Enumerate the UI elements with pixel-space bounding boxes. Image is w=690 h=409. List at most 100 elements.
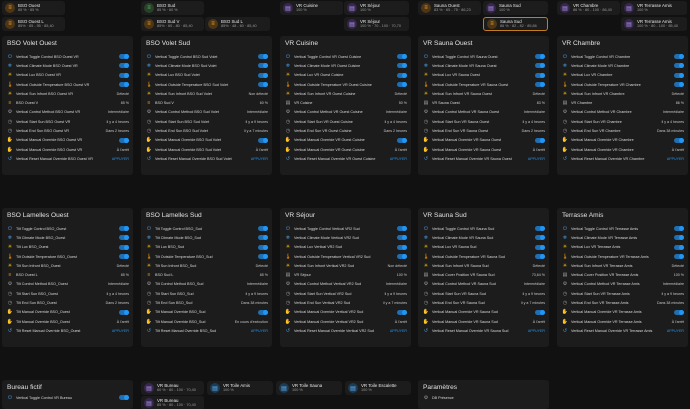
press-button[interactable]: APPUYER [251,329,268,333]
entity-row[interactable]: ✋ Tilt Manual Override BSO_Sud [141,308,272,317]
entity-row[interactable]: ⏻ Tilt Toggle Control BSO_Ouest [2,224,133,233]
toggle-switch[interactable] [397,72,407,78]
toggle-switch[interactable] [397,226,407,232]
entity-row[interactable]: ✋ Vertical Manual Override VR Sauna Sud [418,308,549,317]
toggle-switch[interactable] [258,235,268,241]
toggle-switch[interactable] [397,63,407,69]
entity-row[interactable]: ❄ Vertical Climate Mode VR Sauna Sud [418,233,549,242]
tile-vr-bureau[interactable]: ▤ VR Bureau 85 % · 80 - 100 · 70,40 [141,396,204,409]
toggle-switch[interactable] [119,226,129,232]
tile-vr-toile-sauna[interactable]: ▤ VR Toile Sauna 100 % [276,381,342,395]
entity-row[interactable]: ✋ Vertical Manual Override VR Sauna Ouest [418,136,549,145]
toggle-switch[interactable] [535,309,545,315]
entity-row[interactable]: ❄ Tilt Climate Mode BSO_Ouest [2,233,133,242]
toggle-switch[interactable] [119,309,129,315]
entity-row[interactable]: ⏻ Vertical Toggle Control VR Chambre [557,52,688,61]
entity-row[interactable]: ⏻ Vertical Toggle Control VR Bureau [2,393,133,402]
press-button[interactable]: APPUYER [112,157,129,161]
entity-row[interactable]: ↺ Vertical Reset Manual Override BSO Sud … [141,154,272,163]
toggle-switch[interactable] [674,309,684,315]
toggle-switch[interactable] [119,72,129,78]
press-button[interactable]: APPUYER [251,157,268,161]
toggle-switch[interactable] [535,254,545,260]
entity-row[interactable]: ☀ Tilt Lux BSO_Sud [141,243,272,252]
tile-vr-sejour[interactable]: ▤ VR Séjour 100 % · 70 - 100 · 70,70 [344,17,409,31]
entity-row[interactable]: ❄ Vertical Climate Mode VR Sauna Ouest [418,61,549,70]
entity-row[interactable]: 🌡 Vertical Outside Temperature VR Sauna S… [418,252,549,261]
entity-row[interactable]: ↺ Vertical Reset Manual Override VR Ouest… [280,154,411,163]
toggle-switch[interactable] [535,82,545,88]
toggle-switch[interactable] [119,63,129,69]
tile-vr-chambre[interactable]: ▤ VR Chambre 86 % · 80 - 100 · 86,40 [557,1,620,15]
toggle-switch[interactable] [674,137,684,143]
toggle-switch[interactable] [258,226,268,232]
entity-row[interactable]: ⏻ Vertical Toggle Control BSO Sud Volet [141,52,272,61]
tile-vr-terrasse-amis[interactable]: ▤ VR Terrasse Amis 100 % · 80 - 100 · 85,4… [621,17,687,31]
tile-vr-toile-amis[interactable]: ▤ VR Toile Amis 100 % [207,381,273,395]
tile-bso-sud-v[interactable]: ≡ BSO Sud V 85% · 60 - 80 · 85,40 [141,17,204,31]
toggle-switch[interactable] [258,54,268,60]
entity-row[interactable]: 🌡 Tilt Outside Temperature BSO_Sud [141,252,272,261]
entity-row[interactable]: ☀ Vertical Lux VR Sauna Ouest [418,71,549,80]
entity-row[interactable]: ✋ Vertical Manual Override VR Chambre [557,136,688,145]
toggle-switch[interactable] [535,137,545,143]
toggle-switch[interactable] [535,226,545,232]
press-button[interactable]: APPUYER [528,329,545,333]
toggle-switch[interactable] [674,226,684,232]
entity-row[interactable]: ❄ Vertical Climate Mode VR Terrasse Amis [557,233,688,242]
toggle-switch[interactable] [258,254,268,260]
entity-row[interactable]: ❄ Vertical Climate Mode BSO Sud Volet [141,61,272,70]
entity-row[interactable]: ☀ Vertical Lux BSO Sud Volet [141,71,272,80]
toggle-switch[interactable] [258,244,268,250]
entity-row[interactable]: ↺ Tilt Reset Manual Override BSO_Ouest APP… [2,326,133,335]
entity-row[interactable]: ⏻ Tilt Toggle Control BSO_Sud [141,224,272,233]
toggle-switch[interactable] [674,254,684,260]
toggle-switch[interactable] [119,254,129,260]
tile-vr-bureau[interactable]: ▤ VR Bureau 60 % · 80 - 100 · 70,40 [141,381,204,395]
entity-row[interactable]: ⏻ Vertical Toggle Control VR Sauna Sud [418,224,549,233]
entity-row[interactable]: ✋ Vertical Manual Override Vertical VR2 S… [280,308,411,317]
entity-row[interactable]: 🌡 Vertical Outside Temperature BSO Sud Vo… [141,80,272,89]
entity-row[interactable]: ❄ Tilt Climate Mode BSO_Sud [141,233,272,242]
entity-row[interactable]: ☀ Vertical Lux VR Terrasse Amis [557,243,688,252]
tile-sauna-sud[interactable]: ≡ Sauna Sud 86 % · 82 - 82 · 85,86 [483,17,548,31]
press-button[interactable]: APPUYER [667,329,684,333]
entity-row[interactable]: 🌡 Vertical Outside Temperature VR Terrass… [557,252,688,261]
entity-row[interactable]: 🌡 Vertical Outside Temperature VR Sauna O… [418,80,549,89]
entity-row[interactable]: 🌡 Vertical Outside Temperature VR Ouest C… [280,80,411,89]
tile-bso-ouest[interactable]: ≡ BSO Ouest 85 % · 85 % [2,1,65,15]
toggle-switch[interactable] [535,244,545,250]
toggle-switch[interactable] [258,137,268,143]
toggle-switch[interactable] [397,254,407,260]
entity-row[interactable]: 🌡 Vertical Outside Temperature VR Chambre [557,80,688,89]
entity-row[interactable]: 🌡 Vertical Outside Temperature BSO Ouest … [2,80,133,89]
toggle-switch[interactable] [535,54,545,60]
tile-vr-toile-escalette[interactable]: ▤ VR Toile Escalette 100 % [345,381,411,395]
entity-row[interactable]: ✋ Tilt Manual Override BSO_Ouest [2,308,133,317]
toggle-switch[interactable] [535,63,545,69]
toggle-switch[interactable] [258,309,268,315]
press-button[interactable]: APPUYER [528,157,545,161]
entity-row[interactable]: ⏻ Vertical Toggle Control VR Terrasse Ami… [557,224,688,233]
entity-row[interactable]: ✋ Vertical Manual Override VR Ouest Cuisi… [280,136,411,145]
entity-row[interactable]: ↺ Vertical Reset Manual Override VR Sauna… [418,326,549,335]
entity-row[interactable]: ❄ Vertical Climate Mode BSO Ouest VR [2,61,133,70]
toggle-switch[interactable] [397,137,407,143]
toggle-switch[interactable] [674,235,684,241]
entity-row[interactable]: ✋ Vertical Manual Override VR Terrasse Am… [557,308,688,317]
tile-sauna-sud[interactable]: ▤ Sauna Sud 100 % [483,1,548,15]
toggle-switch[interactable] [674,82,684,88]
entity-row[interactable]: 🌡 Tilt Outside Temperature BSO_Ouest [2,252,133,261]
entity-row[interactable]: ↺ Vertical Reset Manual Override BSO Oues… [2,154,133,163]
toggle-switch[interactable] [397,244,407,250]
toggle-switch[interactable] [258,63,268,69]
toggle-switch[interactable] [674,63,684,69]
entity-row[interactable]: ↺ Vertical Reset Manual Override Vertical… [280,326,411,335]
entity-row[interactable]: ☀ Vertical Lux VR Sauna Sud [418,243,549,252]
toggle-switch[interactable] [535,72,545,78]
toggle-switch[interactable] [119,82,129,88]
entity-row[interactable]: ☀ Vertical Lux VR Chambre [557,71,688,80]
toggle-switch[interactable] [119,137,129,143]
press-button[interactable]: APPUYER [390,157,407,161]
entity-row[interactable]: ❄ Vertical Climate Mode VR Ouest Cuisine [280,61,411,70]
